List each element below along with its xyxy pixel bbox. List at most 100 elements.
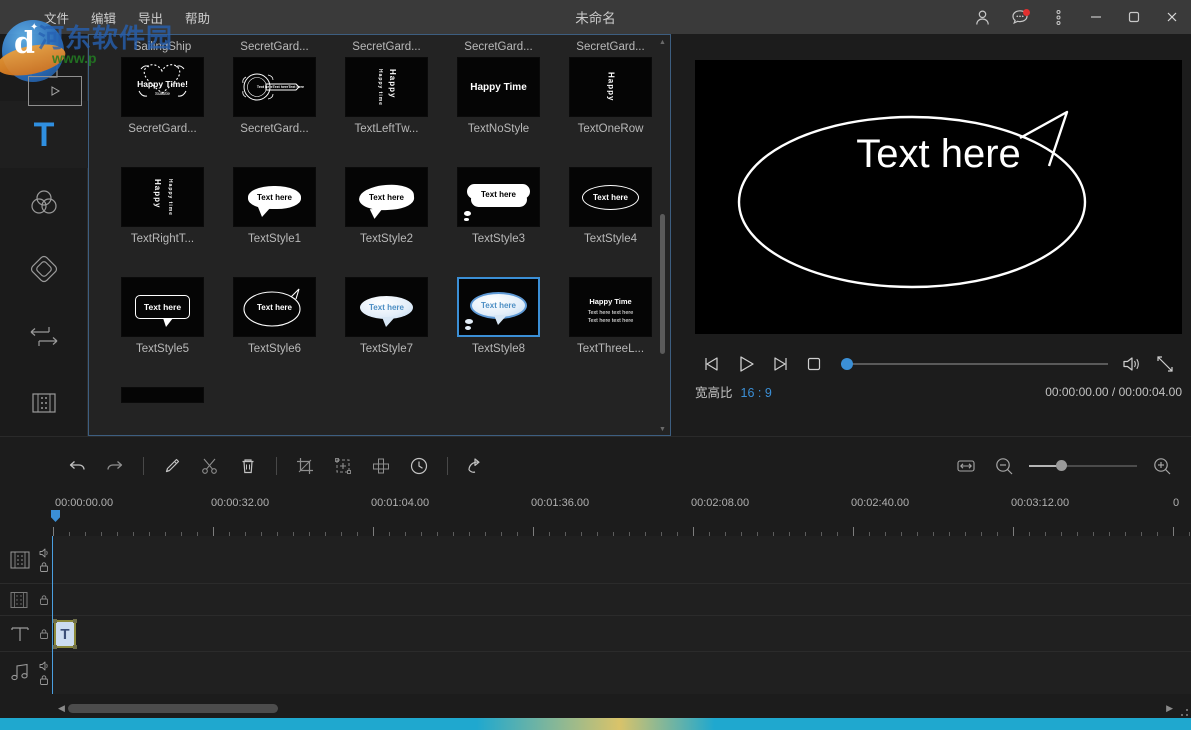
progress-knob[interactable] (841, 358, 853, 370)
template-item[interactable]: Happy Time! Subtitle SecretGard... (107, 53, 218, 163)
template-vertical-scrollbar[interactable]: ▲ ▼ (659, 39, 666, 433)
next-frame-button[interactable] (763, 349, 797, 379)
preview-panel: Text here (671, 34, 1191, 436)
fullscreen-button[interactable] (1148, 349, 1182, 379)
rail-item-elements[interactable] (0, 369, 88, 436)
step-forward-icon (770, 355, 790, 373)
scroll-left-arrow-icon[interactable]: ◀ (58, 703, 65, 714)
timeline-zoom-slider[interactable] (1029, 456, 1137, 476)
menu-edit[interactable]: 编辑 (89, 5, 118, 30)
template-item[interactable]: SecretGard... (219, 35, 330, 53)
rail-item-media[interactable] (0, 34, 88, 101)
crop-button[interactable] (286, 446, 324, 486)
volume-button[interactable] (1114, 349, 1148, 379)
maximize-button[interactable] (1115, 0, 1153, 34)
zoom-in-button[interactable] (1143, 446, 1181, 486)
track-lock-icon[interactable] (38, 561, 50, 573)
template-item[interactable]: Happy Time Text here text here Text here… (555, 273, 656, 383)
user-account-icon (974, 9, 991, 26)
zoom-out-button[interactable] (985, 446, 1023, 486)
preview-canvas[interactable]: Text here (695, 60, 1182, 334)
template-item[interactable]: Text here TextStyle1 (219, 163, 330, 273)
film-strip-icon (8, 590, 30, 610)
rail-item-transitions[interactable] (0, 302, 88, 369)
undo-button[interactable] (58, 446, 96, 486)
export-button[interactable] (457, 446, 495, 486)
aspect-ratio-display[interactable]: 宽高比16 : 9 (695, 382, 772, 401)
scroll-up-arrow-icon[interactable]: ▲ (659, 39, 666, 46)
text-t-icon: T (34, 118, 55, 152)
template-item[interactable] (107, 383, 218, 403)
template-item[interactable]: Text here TextStyle6 (219, 273, 330, 383)
track-video[interactable] (0, 536, 1191, 584)
feedback-button[interactable] (1001, 0, 1039, 34)
fit-to-window-button[interactable] (947, 446, 985, 486)
track-content[interactable] (52, 584, 1191, 615)
menu-export[interactable]: 导出 (136, 5, 165, 30)
template-item[interactable]: Happy time Happy TextLeftTw... (331, 53, 442, 163)
transform-button[interactable] (324, 446, 362, 486)
playback-progress-slider[interactable] (841, 349, 1108, 379)
close-button[interactable] (1153, 0, 1191, 34)
template-item[interactable]: Text here TextStyle4 (555, 163, 656, 273)
resize-grip-icon[interactable] (1180, 704, 1189, 713)
playhead-handle[interactable] (51, 510, 60, 522)
rail-item-filters[interactable] (0, 168, 88, 235)
timeline-ruler[interactable]: 00:00:00.00 00:00:32.00 00:01:04.00 00:0… (0, 494, 1191, 536)
preview-meta-bar: 宽高比16 : 9 00:00:00.00 / 00:00:04.00 (695, 382, 1182, 401)
template-item[interactable]: Happy Time TextNoStyle (443, 53, 554, 163)
play-button[interactable] (729, 349, 763, 379)
track-mute-icon[interactable] (38, 660, 51, 672)
delete-button[interactable] (229, 446, 267, 486)
template-item[interactable]: Text here TextStyle2 (331, 163, 442, 273)
template-item[interactable]: Text hereText hereText here SecretGard..… (219, 53, 330, 163)
track-lock-icon[interactable] (38, 674, 50, 686)
split-button[interactable] (191, 446, 229, 486)
minimize-icon (1089, 10, 1103, 24)
track-lock-icon[interactable] (38, 628, 50, 640)
text-clip[interactable]: T (54, 620, 76, 648)
track-content[interactable] (52, 536, 1191, 583)
template-item-selected[interactable]: Text here TextStyle8 (443, 273, 554, 383)
stop-button[interactable] (797, 349, 831, 379)
timeline-horizontal-scrollbar[interactable]: ◀ ▶ (0, 700, 1191, 718)
prev-frame-button[interactable] (695, 349, 729, 379)
template-item[interactable]: SecretGard... (555, 35, 656, 53)
template-item[interactable]: Text here TextStyle3 (443, 163, 554, 273)
track-mute-icon[interactable] (38, 547, 51, 559)
scrollbar-thumb[interactable] (660, 214, 665, 354)
template-item[interactable]: SailingShip (107, 35, 218, 53)
rail-item-overlays[interactable] (0, 235, 88, 302)
edit-button[interactable] (153, 446, 191, 486)
scroll-down-arrow-icon[interactable]: ▼ (659, 426, 666, 433)
track-text[interactable]: T (0, 616, 1191, 652)
menu-help[interactable]: 帮助 (183, 5, 212, 30)
redo-button[interactable] (96, 446, 134, 486)
zoom-knob[interactable] (1056, 460, 1067, 471)
template-item[interactable]: SecretGard... (331, 35, 442, 53)
template-item[interactable]: Text here TextStyle7 (331, 273, 442, 383)
hscrollbar-thumb[interactable] (68, 704, 278, 713)
template-item[interactable]: Text here TextStyle5 (107, 273, 218, 383)
template-scroll-area[interactable]: SailingShip SecretGard... SecretGard... … (89, 35, 656, 435)
template-thumbnail: Text here (233, 167, 316, 227)
more-options-button[interactable] (1039, 0, 1077, 34)
toolbar-separator (276, 457, 277, 475)
track-content[interactable] (52, 652, 1191, 694)
template-thumbnail: Text here (233, 277, 316, 337)
speed-button[interactable] (400, 446, 438, 486)
template-item[interactable]: Happy TextOneRow (555, 53, 656, 163)
menu-file[interactable]: 文件 (42, 5, 71, 30)
track-lock-icon[interactable] (38, 594, 50, 606)
account-button[interactable] (963, 0, 1001, 34)
minimize-button[interactable] (1077, 0, 1115, 34)
template-item[interactable]: SecretGard... (443, 35, 554, 53)
mosaic-button[interactable] (362, 446, 400, 486)
track-overlay[interactable] (0, 584, 1191, 616)
template-item[interactable]: Happy Happy time TextRightT... (107, 163, 218, 273)
rail-item-text[interactable]: T (0, 101, 88, 168)
scroll-right-arrow-icon[interactable]: ▶ (1166, 703, 1173, 714)
track-content[interactable]: T (52, 616, 1191, 651)
track-audio[interactable] (0, 652, 1191, 694)
preview-text: Text here (695, 132, 1182, 177)
